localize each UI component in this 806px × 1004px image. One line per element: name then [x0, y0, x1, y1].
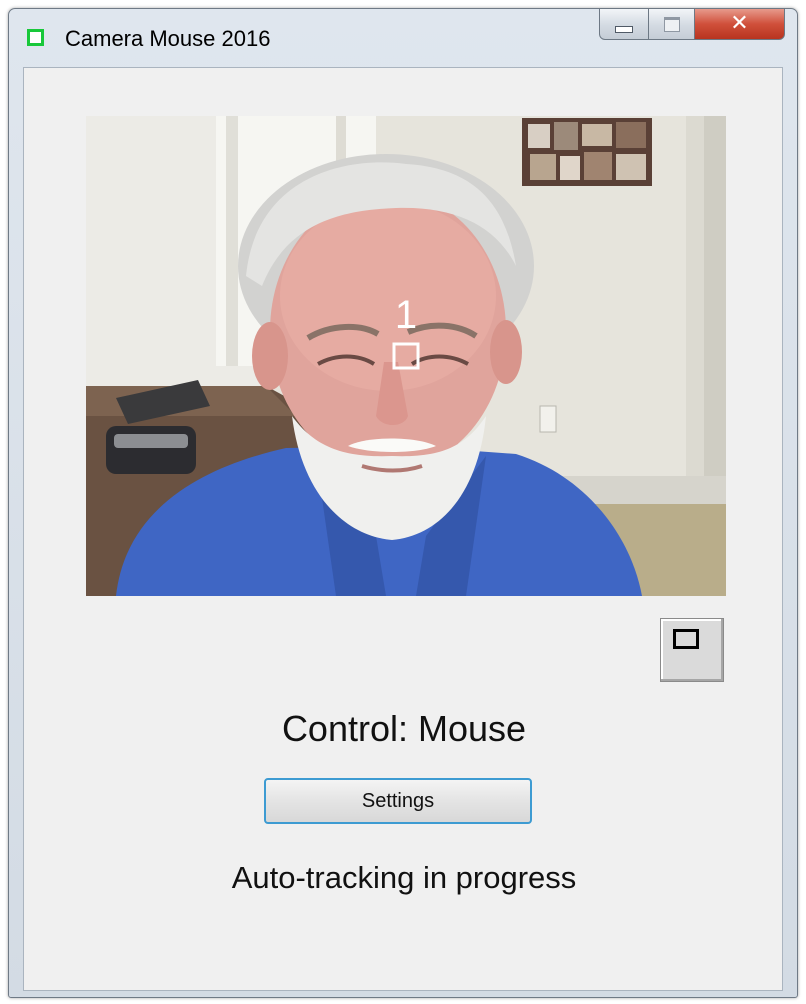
minimize-icon [615, 25, 633, 33]
app-window: Camera Mouse 2016 ✕ 1 Control: Mouse Set… [8, 8, 798, 998]
window-size-toggle-button[interactable] [660, 618, 724, 682]
settings-button[interactable]: Settings [264, 778, 532, 824]
tracking-status-text: Auto-tracking in progress [231, 860, 577, 895]
close-button[interactable]: ✕ [695, 8, 785, 40]
title-bar[interactable]: Camera Mouse 2016 ✕ [9, 8, 797, 65]
minimize-button[interactable] [599, 8, 649, 40]
window-title: Camera Mouse 2016 [65, 26, 271, 51]
window-controls: ✕ [599, 8, 785, 42]
tracking-point-label: 1 [395, 293, 417, 337]
client-area: 1 Control: Mouse Settings Auto-tracking … [23, 67, 783, 991]
maximize-button[interactable] [649, 8, 695, 40]
window-square-icon [673, 629, 699, 649]
maximize-icon [663, 16, 680, 32]
camera-video-feed[interactable]: 1 [86, 116, 726, 596]
app-icon[interactable] [27, 29, 44, 46]
close-icon: ✕ [730, 11, 749, 36]
camera-image: 1 [86, 116, 726, 596]
control-mode-label: Control: Mouse [281, 708, 527, 749]
